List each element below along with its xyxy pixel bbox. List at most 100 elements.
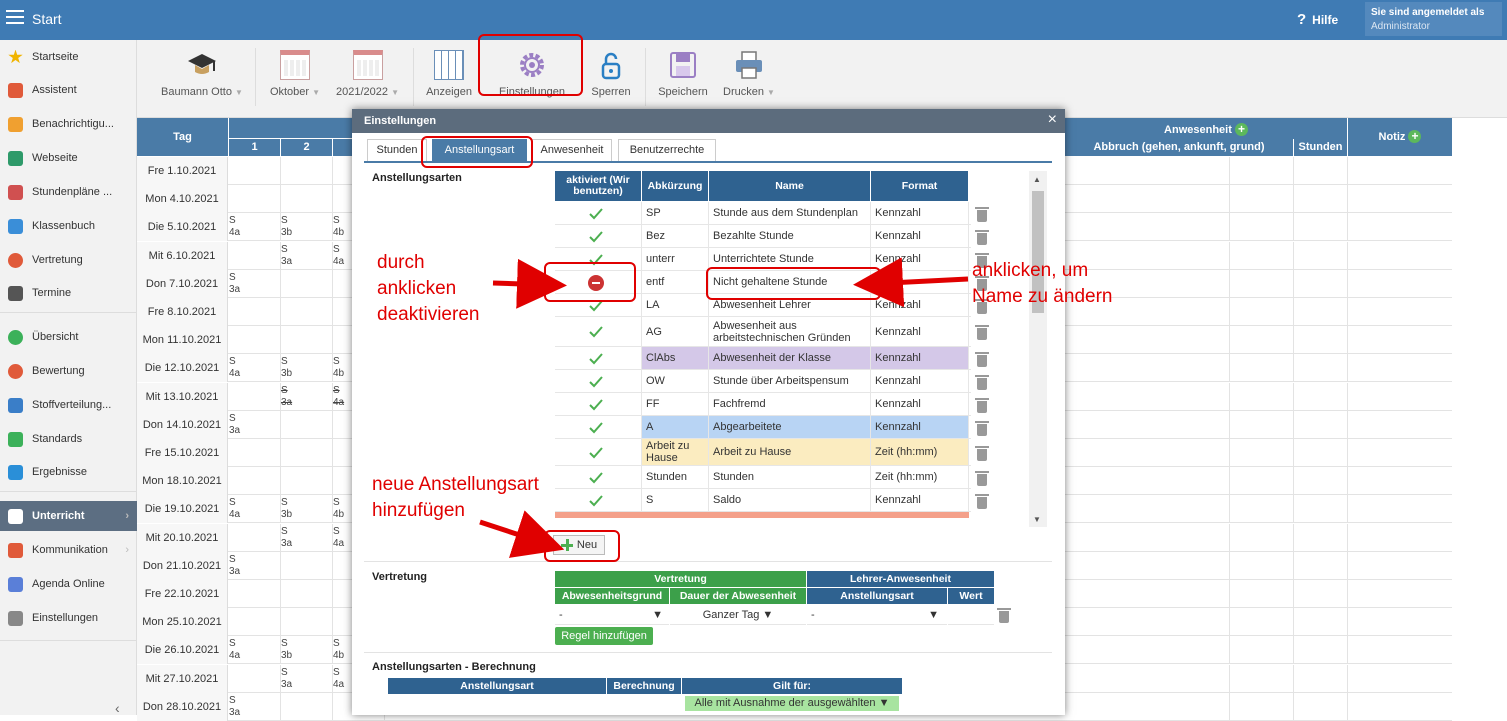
lesson-cell[interactable]: S 4a — [229, 497, 277, 521]
sidebar-item-webseite[interactable]: Webseite — [0, 143, 137, 173]
list-item[interactable]: Arbeit zu Hause Arbeit zu Hause Zeit (hh:m… — [555, 439, 989, 466]
lesson-cell[interactable]: S 3b — [281, 356, 329, 380]
cell-name[interactable]: Stunde aus dem Stundenplan — [709, 202, 871, 224]
lesson-cell[interactable]: S 3a — [281, 244, 329, 268]
lesson-cell[interactable]: S 4a — [229, 638, 277, 662]
list-item[interactable]: S Saldo Kennzahl — [555, 489, 989, 512]
trash-icon[interactable] — [975, 420, 989, 436]
value-input[interactable] — [948, 605, 994, 625]
cell-name[interactable]: Stunden — [709, 466, 871, 488]
type-select[interactable]: - ▼ — [807, 605, 947, 625]
year-select[interactable]: 2021/2022 ▼ — [330, 50, 405, 110]
teacher-select[interactable]: Baumann Otto ▼ — [157, 50, 247, 110]
lesson-cell[interactable]: S 3a — [229, 695, 277, 719]
active-toggle[interactable] — [555, 416, 642, 438]
save-button[interactable]: Speichern — [653, 50, 713, 110]
lesson-cell[interactable]: S 4a — [229, 356, 277, 380]
tab-stunden[interactable]: Stunden — [367, 139, 427, 161]
trash-icon[interactable] — [975, 493, 989, 509]
applies-select[interactable]: Alle mit Ausnahme der ausgewählten ▼ — [685, 696, 899, 711]
active-toggle[interactable] — [555, 393, 642, 415]
trash-icon[interactable] — [975, 206, 989, 222]
trash-icon[interactable] — [975, 397, 989, 413]
lesson-cell[interactable]: S 3a — [229, 272, 277, 296]
collapse-sidebar-icon[interactable]: ‹ — [115, 700, 120, 716]
lesson-cell[interactable]: S 4a — [229, 215, 277, 239]
active-toggle[interactable] — [555, 202, 642, 224]
list-item[interactable]: Stunden Stunden Zeit (hh:mm) — [555, 466, 989, 489]
active-toggle[interactable] — [555, 225, 642, 247]
list-item[interactable]: OW Stunde über Arbeitspensum Kennzahl — [555, 370, 989, 393]
sidebar-item-stundenpläne[interactable]: Stundenpläne ... — [0, 177, 137, 207]
lesson-cell[interactable]: S 3b — [281, 638, 329, 662]
lesson-cell[interactable]: S 3a — [281, 385, 329, 409]
sidebar-item-startseite[interactable]: Startseite — [0, 42, 137, 72]
cell-name[interactable]: Saldo — [709, 489, 871, 511]
sidebar-item-vertretung[interactable]: Vertretung — [0, 245, 137, 275]
active-toggle[interactable] — [555, 370, 642, 392]
sidebar-item-assistent[interactable]: Assistent — [0, 75, 137, 105]
scroll-up-icon[interactable]: ▲ — [1033, 175, 1041, 184]
sidebar-item-klassenbuch[interactable]: Klassenbuch — [0, 211, 137, 241]
cell-name[interactable]: Arbeit zu Hause — [709, 439, 871, 465]
active-toggle[interactable] — [555, 466, 642, 488]
sidebar-item-übersicht[interactable]: Übersicht — [0, 322, 137, 352]
add-presence-icon[interactable]: + — [1234, 123, 1248, 136]
sidebar-item-stoffverteilung[interactable]: Stoffverteilung... — [0, 390, 137, 420]
trash-icon[interactable] — [975, 374, 989, 390]
cell-name[interactable]: Bezahlte Stunde — [709, 225, 871, 247]
cell-name[interactable]: Abwesenheit der Klasse — [709, 347, 871, 369]
duration-select[interactable]: Ganzer Tag ▼ — [670, 605, 806, 625]
hamburger-menu-icon[interactable] — [6, 10, 24, 30]
add-rule-button[interactable]: Regel hinzufügen — [555, 627, 653, 645]
list-item[interactable]: Bez Bezahlte Stunde Kennzahl — [555, 225, 989, 248]
active-toggle[interactable] — [555, 489, 642, 511]
tab-anwesenheit[interactable]: Anwesenheit — [532, 139, 612, 161]
lesson-cell[interactable]: S 3a — [229, 413, 277, 437]
sidebar-item-termine[interactable]: Termine — [0, 278, 137, 308]
sidebar-item-ergebnisse[interactable]: Ergebnisse — [0, 457, 137, 487]
cell-name[interactable]: Abgearbeitete — [709, 416, 871, 438]
trash-icon[interactable] — [997, 608, 1011, 623]
trash-icon[interactable] — [975, 445, 989, 461]
active-toggle[interactable] — [555, 439, 642, 465]
sidebar-item-unterricht[interactable]: Unterricht › — [0, 501, 137, 531]
help-link[interactable]: ? Hilfe — [1297, 11, 1338, 28]
reason-select[interactable]: - ▼ — [555, 605, 669, 625]
list-item[interactable]: SP Stunde aus dem Stundenplan Kennzahl — [555, 202, 989, 225]
trash-icon[interactable] — [975, 229, 989, 245]
trash-icon[interactable] — [975, 325, 989, 340]
close-icon[interactable]: × — [1048, 111, 1057, 129]
show-button[interactable]: Anzeigen — [421, 50, 477, 110]
add-note-icon[interactable]: + — [1408, 130, 1422, 143]
cell-name[interactable]: Abwesenheit aus arbeitstechnischen Gründ… — [709, 317, 871, 346]
cell-name[interactable]: Fachfremd — [709, 393, 871, 415]
sidebar-item-benachrichtigu[interactable]: Benachrichtigu... — [0, 109, 137, 139]
trash-icon[interactable] — [975, 351, 989, 367]
cell-name[interactable]: Stunde über Arbeitspensum — [709, 370, 871, 392]
sidebar-item-kommunikation[interactable]: Kommunikation › — [0, 535, 137, 565]
sidebar-item-bewertung[interactable]: Bewertung — [0, 356, 137, 386]
sidebar-item-agenda-online[interactable]: Agenda Online — [0, 569, 137, 599]
list-item[interactable]: FF Fachfremd Kennzahl — [555, 393, 989, 416]
sidebar-item-einstellungen[interactable]: Einstellungen — [0, 603, 137, 633]
lock-button[interactable]: Sperren — [587, 50, 635, 110]
lesson-cell[interactable]: S 3b — [281, 497, 329, 521]
login-info[interactable]: Sie sind angemeldet als Administrator — [1365, 2, 1502, 36]
active-toggle[interactable] — [555, 317, 642, 346]
sidebar-item-standards[interactable]: Standards — [0, 424, 137, 454]
scroll-down-icon[interactable]: ▼ — [1033, 515, 1041, 524]
table-scrollbar[interactable]: ▲ ▼ — [1029, 171, 1047, 527]
lesson-cell[interactable]: S 3a — [281, 526, 329, 550]
print-button[interactable]: Drucken ▼ — [719, 50, 779, 110]
active-toggle[interactable] — [555, 347, 642, 369]
lesson-cell[interactable]: S 3a — [229, 554, 277, 578]
list-item[interactable]: A Abgearbeitete Kennzahl — [555, 416, 989, 439]
trash-icon[interactable] — [975, 470, 989, 486]
list-item[interactable]: AG Abwesenheit aus arbeitstechnischen Grü… — [555, 317, 989, 347]
lesson-cell[interactable]: S 3a — [281, 667, 329, 691]
tab-benutzerrechte[interactable]: Benutzerrechte — [618, 139, 716, 161]
list-item[interactable]: ClAbs Abwesenheit der Klasse Kennzahl — [555, 347, 989, 370]
lesson-cell[interactable]: S 3b — [281, 215, 329, 239]
month-select[interactable]: Oktober ▼ — [265, 50, 325, 110]
